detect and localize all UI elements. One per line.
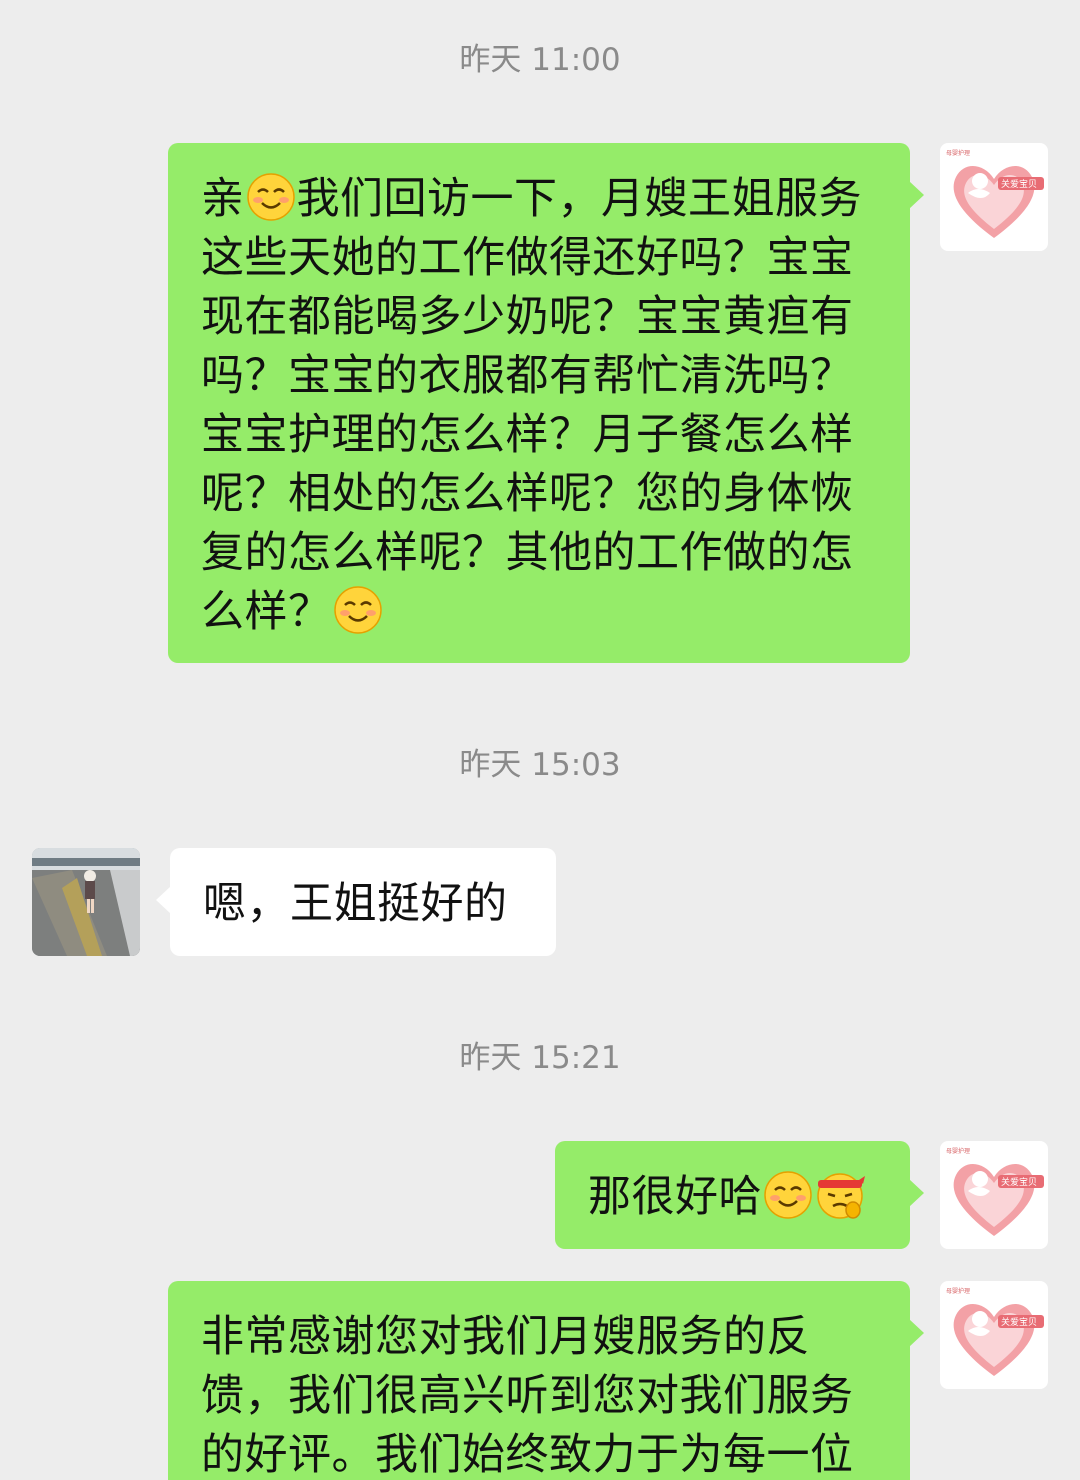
svg-text:关爱宝贝: 关爱宝贝 [1001, 1176, 1037, 1188]
smile-emoji-icon [333, 585, 383, 635]
heart-angel-logo-icon[interactable]: 母婴护理 关爱宝贝 [940, 1281, 1048, 1389]
svg-text:关爱宝贝: 关爱宝贝 [1001, 178, 1037, 190]
timestamp: 昨天 11:00 [459, 42, 621, 78]
heart-angel-logo-icon[interactable]: 母婴护理 关爱宝贝 [940, 143, 1048, 251]
timestamp: 昨天 15:03 [459, 747, 621, 783]
message-text: 我们回访一下，月嫂王姐服务这些天她的工作做得还好吗？宝宝现在都能喝多少奶呢？宝宝… [201, 174, 862, 637]
svg-text:母婴护理: 母婴护理 [946, 149, 970, 157]
message-bubble-outgoing[interactable]: 非常感谢您对我们月嫂服务的反馈，我们很高兴听到您对我们服务的好评。我们始终致力于… [168, 1281, 924, 1480]
message-text: 非常感谢您对我们月嫂服务的反馈，我们很高兴听到您对我们服务的好评。我们始终致力于… [201, 1312, 854, 1480]
message-bubble-outgoing[interactable]: 那很好哈 [555, 1141, 924, 1249]
svg-text:母婴护理: 母婴护理 [946, 1287, 970, 1295]
message-text: 那很好哈 [588, 1172, 762, 1222]
message-bubble-outgoing[interactable]: 亲我们回访一下，月嫂王姐服务这些天她的工作做得还好吗？宝宝现在都能喝多少奶呢？宝… [168, 143, 924, 663]
smile-emoji-icon [763, 1170, 813, 1220]
smile-emoji-icon [246, 172, 296, 222]
svg-text:关爱宝贝: 关爱宝贝 [1001, 1316, 1037, 1328]
message-bubble-incoming[interactable]: 嗯，王姐挺好的 [156, 848, 556, 956]
svg-text:母婴护理: 母婴护理 [946, 1147, 970, 1155]
timestamp: 昨天 15:21 [459, 1040, 621, 1076]
fighting-emoji-icon [815, 1170, 865, 1220]
heart-angel-logo-icon[interactable]: 母婴护理 关爱宝贝 [940, 1141, 1048, 1249]
child-photo-avatar[interactable] [32, 848, 140, 956]
message-text: 亲 [201, 174, 245, 224]
message-text: 嗯，王姐挺好的 [203, 879, 508, 929]
